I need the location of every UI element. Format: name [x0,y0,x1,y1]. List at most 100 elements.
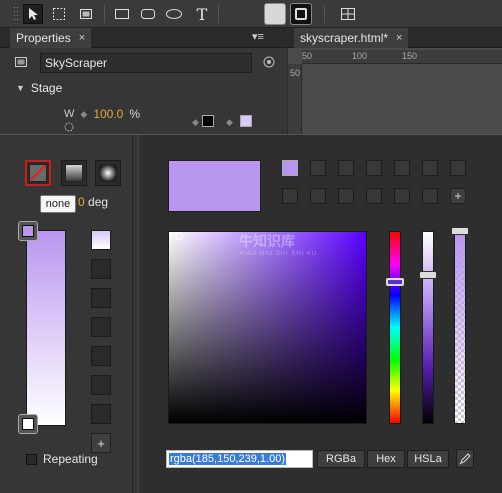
recent-color-empty[interactable] [310,160,326,176]
keyframe-diamond-icon[interactable]: ◆ [192,117,199,128]
watermark: 牛知识库 XIAO NIU ZHI SHI KU [239,231,317,257]
stage-color-swatch[interactable] [240,115,252,127]
gradient-swatch-empty[interactable] [91,259,111,279]
recent-color-empty[interactable] [394,188,410,204]
width-row: W ◆ 100.0 % [64,107,140,121]
crop-tool-icon[interactable] [76,4,96,24]
gradient-swatch-empty[interactable] [91,404,111,424]
alpha-slider-handle[interactable] [451,227,469,235]
gradient-swatch-empty[interactable] [91,375,111,395]
stage-bg-swatch[interactable] [202,115,214,127]
current-color-preview [168,160,261,212]
alpha-slider[interactable] [454,231,466,424]
width-label: W [64,108,75,120]
ellipse-tool-icon[interactable] [164,4,184,24]
keyframe-diamond-icon[interactable]: ◆ [226,117,233,128]
eyedropper-icon[interactable] [456,449,474,468]
hue-slider[interactable] [389,231,401,424]
no-fill-mode-button[interactable] [25,160,51,186]
format-hex-button[interactable]: Hex [367,450,405,468]
add-color-swatch-button[interactable]: + [450,188,466,204]
color-value-input[interactable]: rgba(185,150,239,1.00) [166,450,313,468]
marquee-tool-icon[interactable] [49,4,69,24]
stroke-color-swatch[interactable] [290,3,312,25]
repeating-checkbox[interactable] [26,453,37,465]
recent-color-empty[interactable] [422,160,438,176]
tab-skyscraper-html[interactable]: skyscraper.html* × [294,28,409,48]
gradient-editor: none 0 deg + Repeating [0,135,133,493]
radial-gradient-mode-button[interactable] [95,160,121,186]
rectangle-tool-icon[interactable] [112,4,132,24]
gradient-swatch[interactable] [91,230,111,250]
close-icon[interactable]: × [396,32,402,44]
color-value-text: rgba(185,150,239,1.00) [169,453,286,465]
gradient-angle[interactable]: 0 deg [78,195,108,209]
gradient-swatch-empty[interactable] [91,317,111,337]
recent-color-empty[interactable] [366,188,382,204]
recent-color-empty[interactable] [338,188,354,204]
ruler-label: 50 [290,68,301,78]
color-picker-popup: none 0 deg + Repeating + 牛知识库 XIAO NIU Z… [0,134,502,493]
properties-tabbar: Properties × ▾≡ [0,28,287,48]
stage-section-header[interactable]: ▼ Stage [0,78,287,98]
toolbar-divider [324,5,325,23]
keyframe-diamond-icon[interactable]: ◆ [80,109,87,120]
ruler-label: 150 [402,51,418,61]
element-type-icon [14,56,28,71]
gradient-swatch-list: + [91,230,113,453]
document-tabbar: skyscraper.html* × [288,28,502,48]
tab-properties[interactable]: Properties × [10,28,92,48]
linear-gradient-mode-button[interactable] [61,160,87,186]
hue-slider-handle[interactable] [386,278,404,286]
saturation-value-field[interactable] [168,231,367,424]
ruler-label: 100 [352,51,368,61]
close-icon[interactable]: × [79,32,85,44]
fill-color-swatch[interactable] [264,3,286,25]
stroke-swatch-inner [295,8,307,20]
brightness-slider[interactable] [422,231,434,424]
brightness-slider-handle[interactable] [419,271,437,279]
tab-label: skyscraper.html* [300,31,389,45]
tab-label: Properties [16,31,71,45]
add-gradient-swatch-button[interactable]: + [91,433,111,453]
document-panel: skyscraper.html* × 50 100 150 50 [288,28,502,136]
repeating-label: Repeating [43,452,98,466]
rounded-rectangle-tool-icon[interactable] [138,4,158,24]
recent-color-swatch[interactable] [282,160,298,176]
ruler-label: 50 [302,51,313,61]
text-tool-icon[interactable]: T [192,4,212,24]
gradient-stop-top[interactable] [18,221,38,241]
alpha-gradient [455,232,465,423]
gradient-swatch-empty[interactable] [91,346,111,366]
color-cursor[interactable] [175,232,183,240]
angle-unit: deg [88,195,109,209]
panel-menu-icon[interactable]: ▾≡ [252,30,264,43]
gradient-stop-bottom[interactable] [18,414,38,434]
repeating-checkbox-row[interactable]: Repeating [26,452,98,466]
width-value[interactable]: 100.0 [93,107,123,121]
angle-value[interactable]: 0 [78,195,85,209]
gradient-preview-bar[interactable] [26,230,66,426]
width-unit[interactable]: % [129,107,140,121]
color-picker-area: + 牛知识库 XIAO NIU ZHI SHI KU rgba(185,150,… [138,135,502,493]
properties-panel: Properties × ▾≡ SkyScraper ▼ Stage W ◆ 1… [0,28,287,136]
toolbar-divider [104,5,105,23]
recent-color-empty[interactable] [310,188,326,204]
recent-color-empty[interactable] [450,160,466,176]
link-icon[interactable] [262,55,276,72]
selection-tool-icon[interactable] [23,4,43,24]
toolbar: T [0,0,502,28]
stop-swatch [22,225,34,237]
recent-color-empty[interactable] [282,188,298,204]
element-name-field[interactable]: SkyScraper [40,53,252,73]
vertical-ruler: 50 [288,64,302,136]
format-rgba-button[interactable]: RGBa [317,450,365,468]
gradient-swatch-empty[interactable] [91,288,111,308]
recent-color-empty[interactable] [394,160,410,176]
recent-color-empty[interactable] [366,160,382,176]
element-row: SkyScraper [0,50,287,76]
grid-icon[interactable] [338,4,358,24]
recent-color-empty[interactable] [338,160,354,176]
format-hsla-button[interactable]: HSLa [407,450,449,468]
recent-color-empty[interactable] [422,188,438,204]
